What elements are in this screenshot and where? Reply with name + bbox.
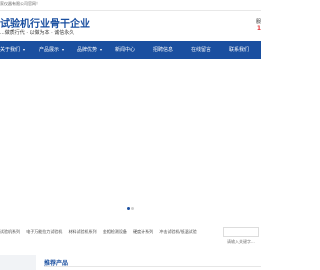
category-sidebar-header <box>0 255 36 270</box>
brand-title: 试验机行业骨干企业 <box>0 19 90 30</box>
top-bar: 家仪器有限公司官网！ <box>0 0 261 10</box>
hot-link[interactable]: 金相检测设备 <box>103 229 127 234</box>
nav-item-products[interactable]: 产品展示 ▾ <box>39 41 64 59</box>
chevron-down-icon: ▾ <box>62 47 65 52</box>
banner-slider[interactable] <box>0 59 261 216</box>
hot-link[interactable]: 材料试验机系列 <box>69 229 97 234</box>
nav-item-brand[interactable]: 品牌优势 ▾ <box>77 41 102 59</box>
chevron-down-icon: ▾ <box>100 47 103 52</box>
nav-item-jobs[interactable]: 招聘信息 <box>153 41 173 59</box>
hotline: 服 1 <box>255 18 261 32</box>
nav-item-message[interactable]: 在线留言 <box>191 41 211 59</box>
hot-link[interactable]: 电子万能拉力试验机 <box>26 229 62 234</box>
welcome-text: 家仪器有限公司官网！ <box>0 1 40 6</box>
nav-item-label: 联系我们 <box>229 47 250 53</box>
nav-item-label: 新闻中心 <box>115 47 136 53</box>
hot-search-bar: 试验机系列 电子万能拉力试验机 材料试验机系列 金相检测设备 硬度计系列 冲击试… <box>0 226 261 246</box>
search-box <box>223 227 259 246</box>
nav-item-label: 在线留言 <box>191 47 212 53</box>
hotline-number: 1 <box>256 25 261 32</box>
hotline-label: 服 <box>255 19 261 25</box>
hot-link[interactable]: 冲击试验机/低温试验 <box>159 229 196 234</box>
nav-item-contact[interactable]: 联系我们 <box>229 41 249 59</box>
slider-dot-active[interactable] <box>127 207 130 210</box>
slider-dot[interactable] <box>131 207 134 210</box>
nav-item-label: 品牌优势 <box>77 47 98 53</box>
slider-dots <box>125 207 135 211</box>
hot-link[interactable]: 硬度计系列 <box>133 229 153 234</box>
hot-link[interactable]: 试验机系列 <box>0 229 20 234</box>
brand[interactable]: 试验机行业骨干企业 ...做质行代 · 以做为本 · 诚信永久 <box>0 15 120 43</box>
nav-item-label: 产品展示 <box>39 47 60 53</box>
section-divider <box>44 266 261 267</box>
top-divider <box>0 10 261 11</box>
nav-item-about[interactable]: 关于我们 ▾ <box>0 41 25 59</box>
nav-item-label: 招聘信息 <box>153 47 174 53</box>
search-input[interactable] <box>224 237 258 246</box>
nav-item-label: 关于我们 <box>0 47 21 53</box>
hot-links: 试验机系列 电子万能拉力试验机 材料试验机系列 金相检测设备 硬度计系列 冲击试… <box>0 229 202 235</box>
main-nav: 关于我们 ▾ 产品展示 ▾ 品牌优势 ▾ 新闻中心 招聘信息 在线留言 联系我们 <box>0 41 261 59</box>
chevron-down-icon: ▾ <box>23 47 26 52</box>
nav-item-news[interactable]: 新闻中心 <box>115 41 135 59</box>
brand-slogan: ...做质行代 · 以做为本 · 诚信永久 <box>0 30 75 36</box>
